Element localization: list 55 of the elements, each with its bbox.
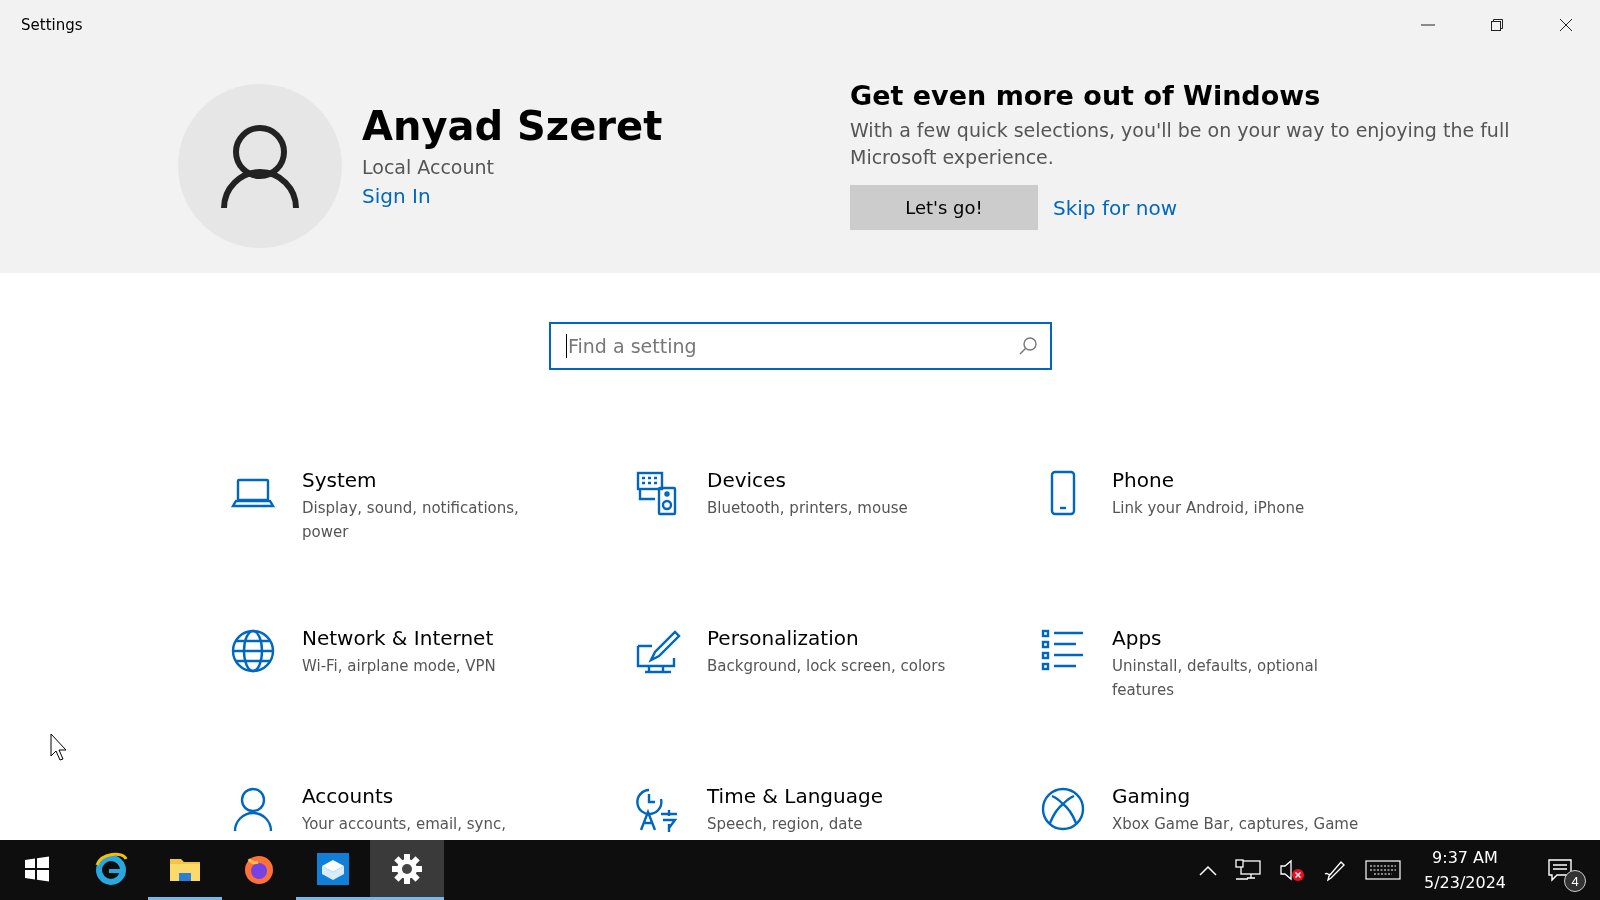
category-title: Apps bbox=[1112, 625, 1163, 652]
avatar-icon bbox=[178, 84, 342, 248]
restore-icon bbox=[1488, 17, 1505, 33]
taskbar-clock[interactable]: 9:37 AM 5/23/2024 bbox=[1409, 840, 1520, 900]
minimize-icon bbox=[1420, 24, 1435, 26]
muted-speaker-icon[interactable] bbox=[1278, 858, 1305, 882]
xbox-icon bbox=[1040, 786, 1086, 832]
category-description: Uninstall, defaults, optional features bbox=[1112, 656, 1319, 701]
category-title: Personalization bbox=[707, 625, 860, 652]
category-description: Speech, region, date bbox=[707, 814, 864, 835]
settings-category[interactable]: Apps Uninstall, defaults, optional features bbox=[1040, 624, 1445, 726]
category-title: Time & Language bbox=[707, 783, 884, 810]
network-icon[interactable] bbox=[1234, 859, 1261, 881]
mouse-pointer-icon bbox=[50, 733, 70, 761]
search-icon bbox=[1018, 336, 1038, 356]
category-title: Phone bbox=[1112, 467, 1175, 494]
account-name: Anyad Szeret bbox=[362, 102, 663, 150]
category-description: Background, lock screen, colors bbox=[707, 656, 947, 677]
category-title: Gaming bbox=[1112, 783, 1192, 810]
category-description: Bluetooth, printers, mouse bbox=[707, 498, 909, 519]
settings-category[interactable]: System Display, sound, notifications, power bbox=[230, 466, 635, 568]
pen-icon[interactable] bbox=[1322, 858, 1347, 882]
chevron-up-icon[interactable] bbox=[1198, 864, 1217, 876]
promo-title: Get even more out of Windows bbox=[850, 80, 1322, 111]
category-description: Wi-Fi, airplane mode, VPN bbox=[302, 656, 497, 677]
lets-go-button[interactable]: Let's go! bbox=[850, 185, 1038, 230]
category-title: Accounts bbox=[302, 783, 395, 810]
category-title: System bbox=[302, 467, 378, 494]
account-type: Local Account bbox=[362, 156, 495, 178]
search-field[interactable]: Find a setting bbox=[549, 322, 1052, 370]
category-title: Devices bbox=[707, 467, 787, 494]
settings-category[interactable]: Devices Bluetooth, printers, mouse bbox=[635, 466, 1040, 568]
gear-taskbar-icon[interactable] bbox=[370, 840, 444, 900]
brush-icon bbox=[635, 628, 681, 674]
category-description: Xbox Game Bar, captures, Game bbox=[1112, 814, 1360, 835]
category-title: Network & Internet bbox=[302, 625, 495, 652]
keyboard-icon[interactable] bbox=[1364, 860, 1401, 880]
promo-text: With a few quick selections, you'll be on your way to enjoying the full Microsoft experience. bbox=[850, 118, 1510, 170]
windows-logo bbox=[24, 855, 50, 882]
globe-icon bbox=[230, 628, 276, 674]
category-description: Your accounts, email, sync, bbox=[302, 814, 508, 835]
notifications-button[interactable]: 4 bbox=[1520, 840, 1600, 900]
window-title: Settings bbox=[21, 16, 83, 34]
settings-category[interactable]: Time & Language Speech, region, date bbox=[635, 782, 1040, 840]
category-description: Link your Android, iPhone bbox=[1112, 498, 1306, 519]
settings-category[interactable]: Accounts Your accounts, email, sync, bbox=[230, 782, 635, 840]
category-description: Display, sound, notifications, power bbox=[302, 498, 520, 543]
settings-category[interactable]: Personalization Background, lock screen, colors bbox=[635, 624, 1040, 726]
sign-in-link[interactable]: Sign In bbox=[362, 184, 663, 208]
close-icon bbox=[1557, 17, 1574, 33]
settings-category[interactable]: Gaming Xbox Game Bar, captures, Game bbox=[1040, 782, 1445, 840]
settings-category[interactable]: Phone Link your Android, iPhone bbox=[1040, 466, 1445, 568]
skip-link[interactable]: Skip for now bbox=[1053, 195, 1177, 220]
settings-category[interactable]: Network & Internet Wi-Fi, airplane mode, VPN bbox=[230, 624, 635, 726]
message-icon bbox=[1547, 858, 1573, 882]
